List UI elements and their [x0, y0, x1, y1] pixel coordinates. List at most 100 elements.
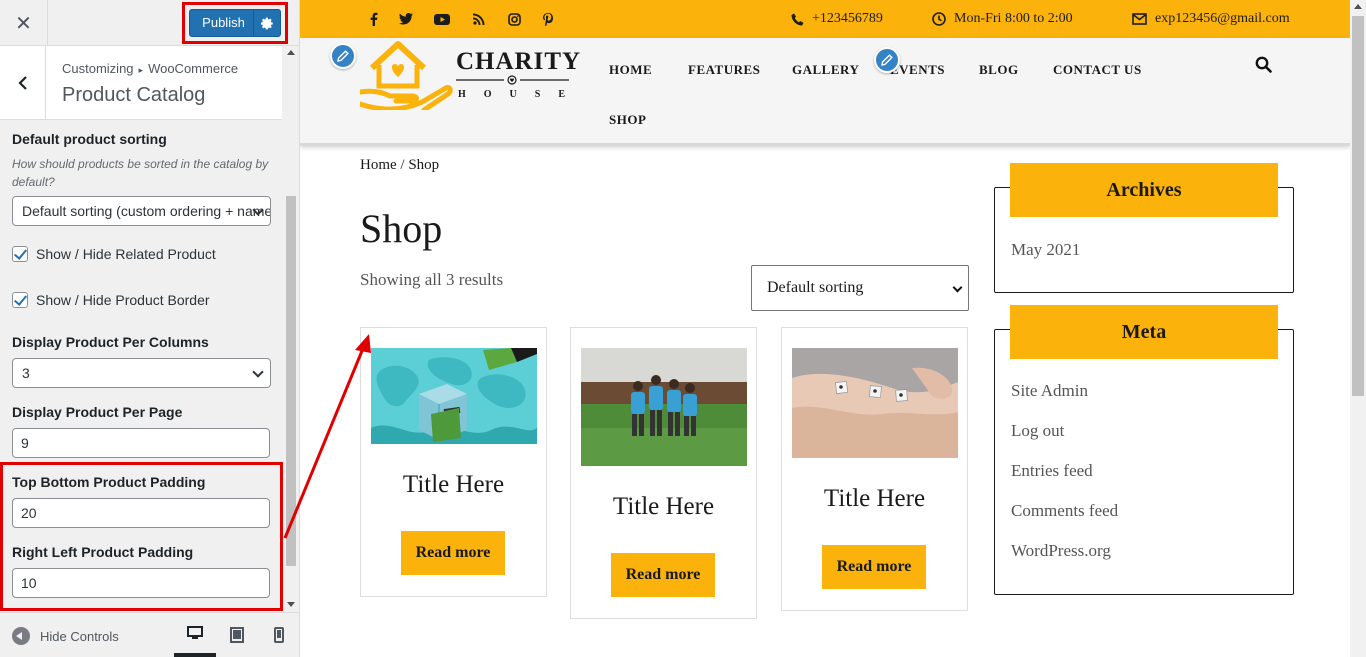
product-image-donation[interactable]: [371, 348, 537, 444]
phone-text: +123456789: [812, 11, 883, 26]
pencil-icon: [881, 54, 893, 66]
product-border-checkbox[interactable]: Show / Hide Product Border: [12, 292, 210, 308]
read-more-button[interactable]: Read more: [401, 531, 505, 575]
publish-button[interactable]: Publish: [189, 9, 281, 37]
search-icon[interactable]: [1255, 56, 1272, 73]
sorting-title: Default product sorting: [12, 131, 167, 147]
pencil-icon: [337, 50, 349, 62]
customizer-header: ✕ Publish: [0, 0, 299, 46]
scroll-down-arrow-icon[interactable]: [287, 602, 295, 607]
breadcrumb: Customizing ▸ WooCommerce: [62, 61, 238, 76]
rss-icon[interactable]: [469, 9, 489, 29]
breadcrumb-root: Customizing: [62, 61, 134, 76]
youtube-icon[interactable]: [432, 9, 452, 29]
product-border-label: Show / Hide Product Border: [36, 292, 210, 308]
logo-house-hand-icon: [357, 41, 453, 113]
page-title: Shop: [360, 206, 443, 251]
desktop-preview-button[interactable]: [174, 613, 216, 657]
gear-icon[interactable]: [254, 10, 280, 36]
tablet-preview-button[interactable]: [216, 613, 258, 657]
clock-icon: [932, 12, 946, 26]
sorting-select[interactable]: Default sorting (custom ordering + name): [12, 196, 271, 226]
chevron-down-icon: [952, 282, 963, 293]
product-title[interactable]: Title Here: [361, 471, 546, 499]
meta-link-log-out[interactable]: Log out: [1011, 421, 1064, 441]
customizer-sidebar: ✕ Publish Customizing ▸ WooCommerce Produc…: [0, 0, 300, 657]
read-more-button[interactable]: Read more: [822, 545, 926, 589]
tablet-icon: [230, 627, 244, 643]
shop-sort-select[interactable]: Default sorting: [751, 265, 969, 311]
scroll-thumb[interactable]: [286, 196, 296, 566]
archives-title: Archives: [1010, 163, 1278, 217]
logo-divider-icon: [456, 75, 569, 85]
meta-link-comments-feed[interactable]: Comments feed: [1011, 501, 1118, 521]
chevron-down-icon: [252, 366, 264, 378]
checkbox-checked-icon[interactable]: [12, 246, 28, 262]
facebook-icon[interactable]: [363, 9, 383, 29]
logo-sub-text: HOUSE: [458, 89, 584, 100]
per-page-title: Display Product Per Page: [12, 404, 183, 420]
related-product-checkbox[interactable]: Show / Hide Related Product: [12, 246, 216, 262]
columns-select[interactable]: 3: [12, 358, 271, 388]
mobile-preview-button[interactable]: [258, 613, 300, 657]
meta-link-entries-feed[interactable]: Entries feed: [1011, 461, 1093, 481]
checkbox-checked-icon[interactable]: [12, 292, 28, 308]
product-image-volunteers[interactable]: [581, 348, 747, 466]
edit-shortcut-logo[interactable]: [330, 43, 356, 69]
logo[interactable]: [357, 40, 454, 115]
archive-link[interactable]: May 2021: [1011, 240, 1080, 260]
nav-home[interactable]: HOME: [609, 62, 652, 78]
email-info: exp123456@gmail.com: [1132, 11, 1290, 27]
nav-blog[interactable]: BLOG: [979, 62, 1019, 78]
sorting-description: How should products be sorted in the cat…: [12, 157, 269, 189]
scroll-thumb[interactable]: [1352, 16, 1364, 396]
nav-features[interactable]: FEATURES: [688, 62, 760, 78]
product-card[interactable]: Title Here Read more: [570, 327, 757, 619]
breadcrumb-section: WooCommerce: [148, 61, 239, 76]
page-breadcrumb[interactable]: Home / Shop: [360, 157, 439, 174]
breadcrumb-separator: ▸: [138, 65, 144, 75]
desktop-icon: [187, 626, 203, 639]
columns-title: Display Product Per Columns: [12, 334, 209, 350]
read-more-button[interactable]: Read more: [611, 553, 715, 597]
customizer-footer: Hide Controls: [0, 612, 299, 657]
product-title[interactable]: Title Here: [571, 493, 756, 521]
nav-gallery[interactable]: GALLERY: [792, 62, 859, 78]
result-count: Showing all 3 results: [360, 270, 504, 289]
hide-controls-label: Hide Controls: [40, 628, 119, 644]
nav-contact-us[interactable]: CONTACT US: [1053, 62, 1142, 78]
top-bar: +123456789 Mon-Fri 8:00 to 2:00 exp12345…: [300, 0, 1350, 38]
publish-label: Publish: [190, 10, 254, 36]
email-text: exp123456@gmail.com: [1155, 11, 1290, 26]
product-card[interactable]: Title Here Read more: [360, 327, 547, 597]
site-preview: +123456789 Mon-Fri 8:00 to 2:00 exp12345…: [300, 0, 1350, 657]
related-product-label: Show / Hide Related Product: [36, 246, 216, 262]
hours-info: Mon-Fri 8:00 to 2:00: [932, 11, 1073, 27]
product-card[interactable]: Title Here Read more: [781, 327, 968, 611]
product-image-love-dice[interactable]: [792, 348, 958, 458]
hours-text: Mon-Fri 8:00 to 2:00: [954, 11, 1073, 26]
edit-shortcut-menu[interactable]: [874, 47, 900, 73]
columns-select-value: 3: [22, 365, 30, 381]
instagram-icon[interactable]: [504, 9, 524, 29]
sorting-select-value: Default sorting (custom ordering + name): [22, 203, 271, 219]
product-title[interactable]: Title Here: [782, 485, 967, 513]
per-page-input[interactable]: 9: [12, 428, 270, 458]
phone-icon: [791, 13, 804, 25]
meta-title: Meta: [1010, 305, 1278, 359]
publish-highlight: Publish: [182, 2, 288, 44]
mobile-icon: [274, 627, 284, 643]
sidebar-scrollbar[interactable]: [284, 46, 298, 611]
close-icon[interactable]: ✕: [0, 0, 48, 46]
scroll-up-arrow-icon[interactable]: [287, 50, 295, 55]
scroll-up-arrow-icon[interactable]: [1354, 4, 1362, 9]
preview-scrollbar[interactable]: [1350, 0, 1366, 657]
meta-link-wordpress-org[interactable]: WordPress.org: [1011, 541, 1111, 561]
meta-link-site-admin[interactable]: Site Admin: [1011, 381, 1088, 401]
shop-sort-value: Default sorting: [767, 279, 864, 296]
nav-shop[interactable]: SHOP: [609, 112, 646, 128]
pinterest-icon[interactable]: [538, 9, 558, 29]
twitter-icon[interactable]: [396, 9, 416, 29]
back-button[interactable]: [0, 46, 46, 120]
hide-controls-button[interactable]: Hide Controls: [12, 627, 119, 645]
